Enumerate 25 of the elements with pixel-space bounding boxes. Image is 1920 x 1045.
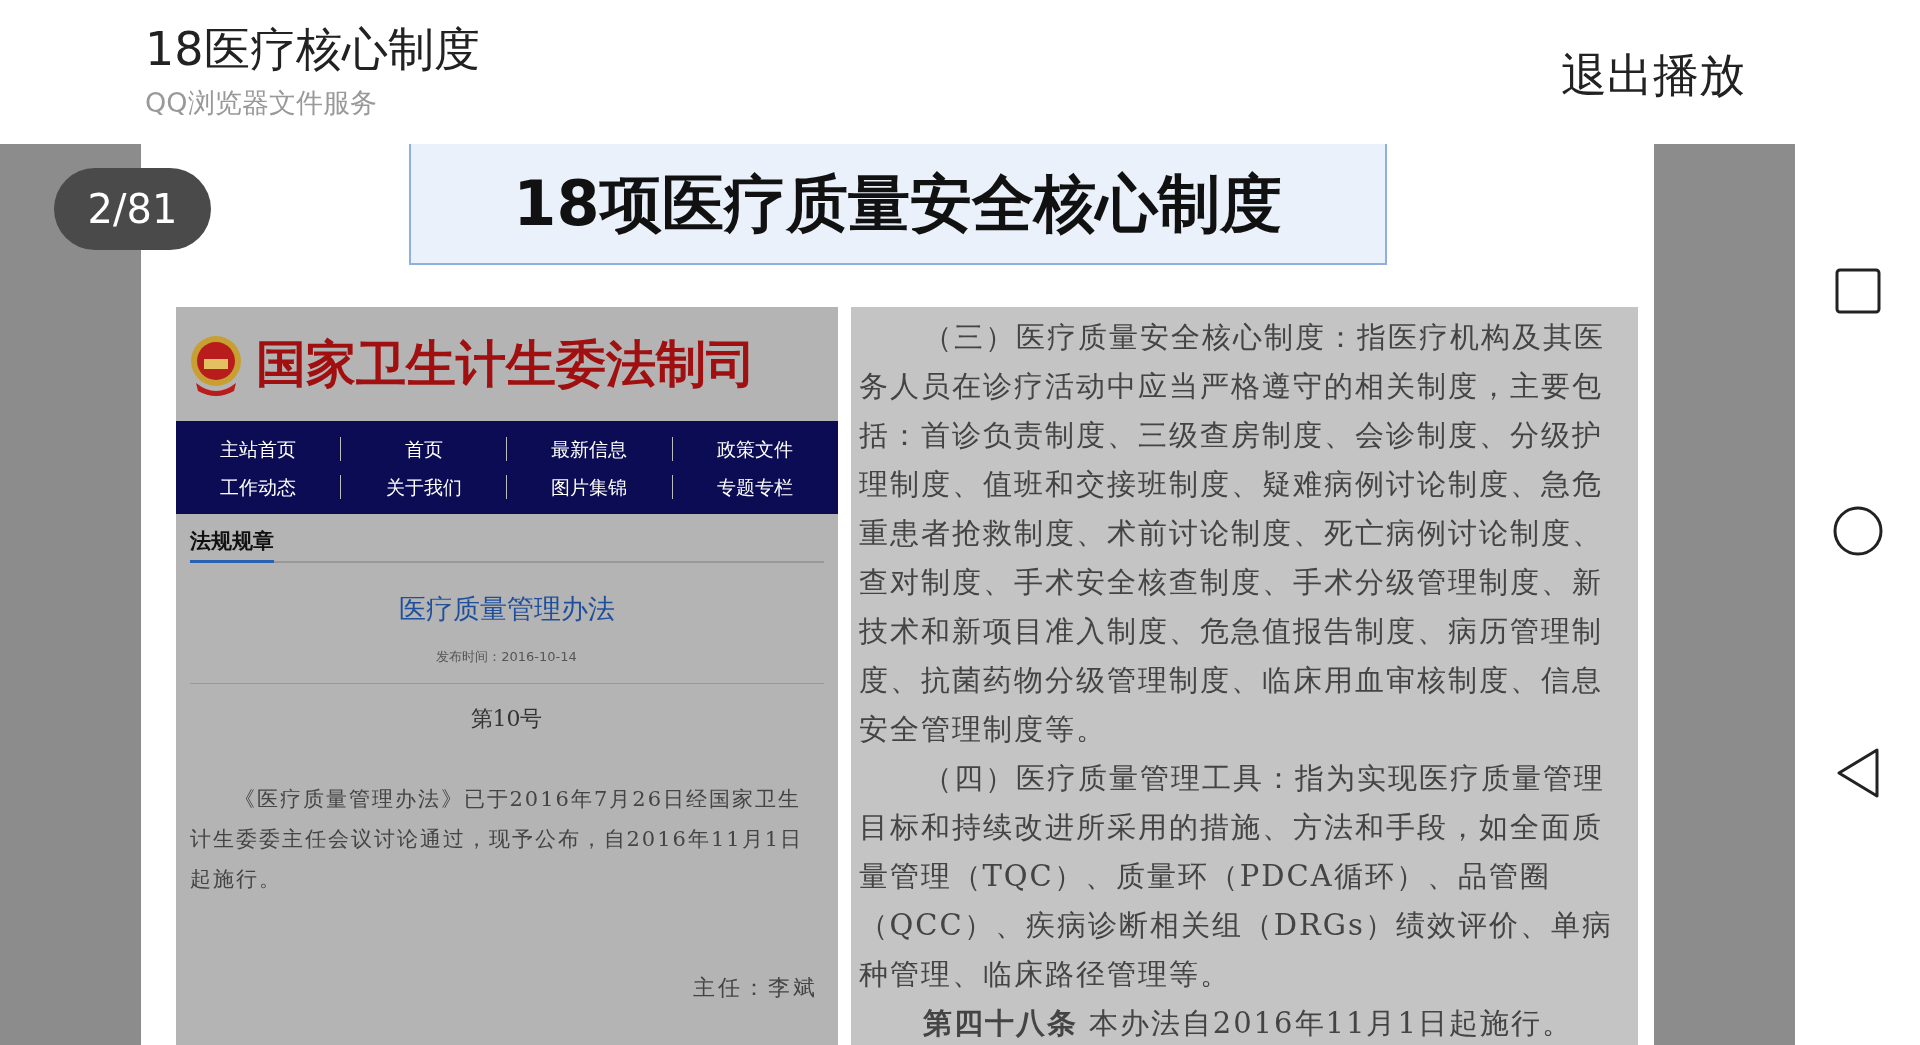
site-nav-link[interactable]: 图片集锦	[551, 474, 628, 499]
site-nav-link[interactable]: 工作动态	[219, 474, 296, 499]
site-title: 国家卫生计生委法制司	[255, 339, 756, 389]
publish-date: 发布时间：2016-10-14	[435, 648, 578, 666]
document-source: QQ浏览器文件服务	[145, 85, 378, 120]
home-icon[interactable]	[1831, 504, 1884, 557]
site-nav-link[interactable]: 关于我们	[385, 474, 462, 499]
section-tab[interactable]: 法规规章	[189, 526, 274, 563]
site-nav-link[interactable]: 政策文件	[717, 436, 794, 461]
site-nav-link[interactable]: 专题专栏	[717, 474, 794, 499]
site-nav-link[interactable]: 主站首页	[219, 436, 296, 461]
document-title: 18医疗核心制度	[145, 21, 480, 78]
article-title: 医疗质量管理办法	[397, 591, 616, 626]
recent-apps-icon[interactable]	[1833, 266, 1882, 315]
excerpt-paragraph: （三）医疗质量安全核心制度：指医疗机构及其医务人员在诊疗活动中应当严格遵守的相关制度，主要包括：首诊负责制度、三级查房制度、会诊制度、分级护理制度、值班和交接班制度、疑难病例讨论制度、急危重患者抢救制度、术前讨论制度、死亡病例讨论制度、查对制度、手术安全核查制度、手术分级管理制度、新技术和新项目准入制度、危急值报告制度、病历管理制度、抗菌药物分级管理制度、临床用血审核制度、信息安全管理制度等。	[858, 319, 1606, 748]
slide-title: 18项医疗质量安全核心制度	[408, 144, 1387, 265]
article-body: 《医疗质量管理办法》已于2016年7月26日经国家卫生计生委委主任会议讨论通过，现予公布，自2016年11月1日起施行。	[189, 785, 805, 893]
site-nav-link[interactable]: 最新信息	[551, 436, 628, 461]
signature: 主任：李斌	[692, 973, 818, 1002]
exit-playback-button[interactable]: 退出播放	[1561, 40, 1745, 110]
excerpt-paragraph: （四）医疗质量管理工具：指为实现医疗质量管理目标和持续改进所采用的措施、方法和手段，如全面质量管理（TQC）、质量环（PDCA循环）、品管圈（QCC）、疾病诊断相关组（DRGs）绩效评价、单病种管理、临床路径管理等。	[858, 760, 1614, 993]
page-indicator: 2/81	[54, 168, 211, 250]
excerpt-paragraph: 第四十八条 本办法自2016年11月1日起施行。	[921, 1005, 1574, 1042]
document-number: 第10号	[469, 704, 544, 733]
site-nav-link[interactable]: 首页	[404, 436, 443, 461]
